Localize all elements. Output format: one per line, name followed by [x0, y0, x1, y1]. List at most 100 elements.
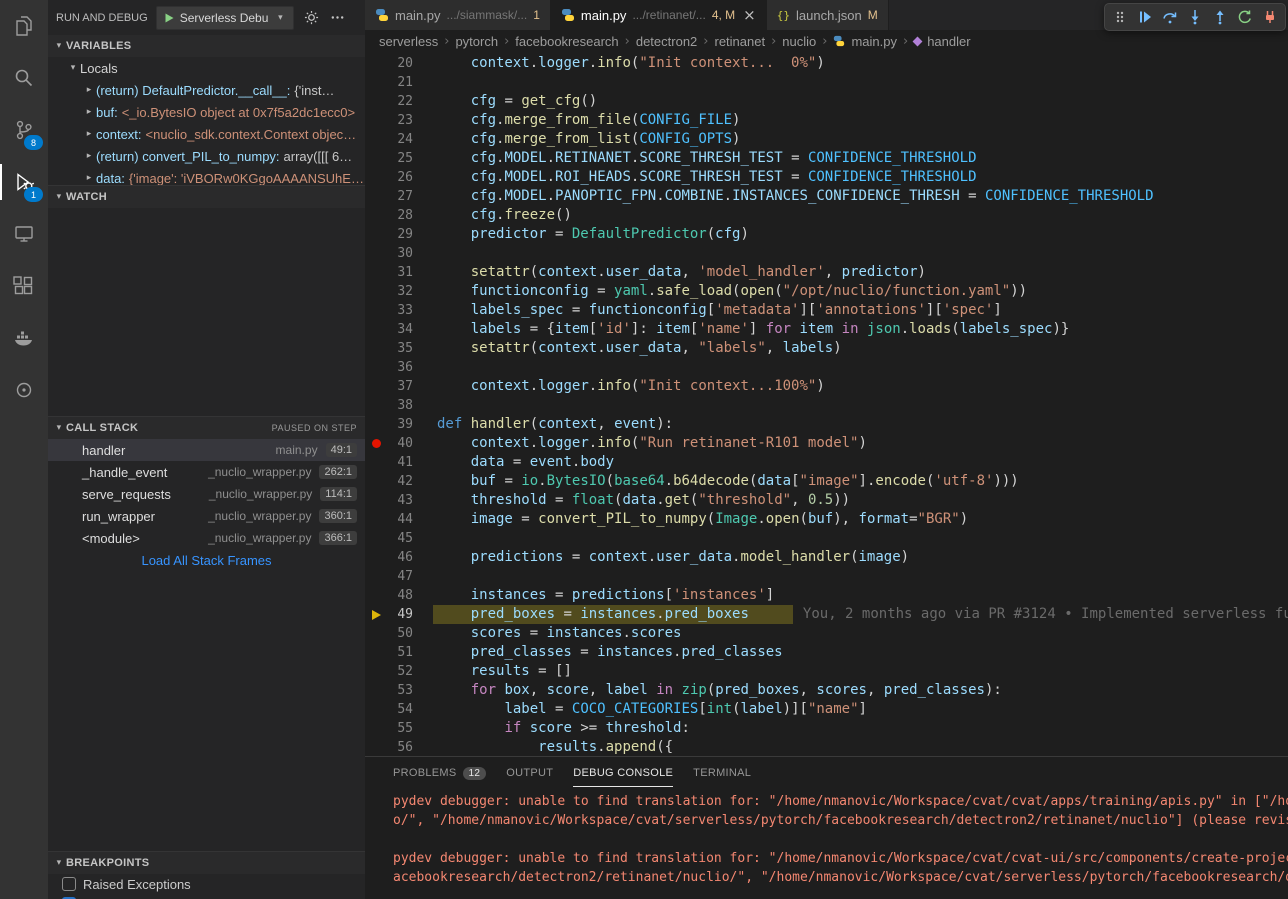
- code-line[interactable]: 47: [365, 567, 1288, 586]
- code-line[interactable]: 41 data = event.body: [365, 453, 1288, 472]
- breakpoint-gutter[interactable]: [365, 719, 387, 738]
- breakpoint-gutter[interactable]: [365, 624, 387, 643]
- stack-frame-row[interactable]: run_wrapper_nuclio_wrapper.py360:1: [48, 505, 365, 527]
- breakpoint-gutter[interactable]: [365, 282, 387, 301]
- breakpoint-icon[interactable]: [372, 439, 381, 448]
- breakpoint-row[interactable]: Raised Exceptions: [48, 874, 365, 894]
- activity-search-button[interactable]: [0, 52, 48, 104]
- code-line[interactable]: 33 labels_spec = functionconfig['metadat…: [365, 301, 1288, 320]
- code-line[interactable]: 28 cfg.freeze(): [365, 206, 1288, 225]
- variables-section-header[interactable]: ▾ VARIABLES: [48, 35, 365, 57]
- code-line[interactable]: 39def handler(context, event):: [365, 415, 1288, 434]
- stack-frame-row[interactable]: handlermain.py49:1: [48, 439, 365, 461]
- variable-row[interactable]: ▸(return) DefaultPredictor.__call__:{'in…: [48, 79, 365, 101]
- breakpoint-gutter[interactable]: [365, 225, 387, 244]
- code-line[interactable]: 48 instances = predictions['instances']: [365, 586, 1288, 605]
- code-line[interactable]: 40 context.logger.info("Run retinanet-R1…: [365, 434, 1288, 453]
- breakpoint-gutter[interactable]: [365, 434, 387, 453]
- code-line[interactable]: 50 scores = instances.scores: [365, 624, 1288, 643]
- code-line[interactable]: 20 context.logger.info("Init context... …: [365, 54, 1288, 73]
- disconnect-button[interactable]: [1258, 5, 1282, 29]
- code-line[interactable]: 45: [365, 529, 1288, 548]
- code-line[interactable]: 29 predictor = DefaultPredictor(cfg): [365, 225, 1288, 244]
- code-line[interactable]: 38: [365, 396, 1288, 415]
- variable-row[interactable]: ▸data:{'image': 'iVBORw0KGgoAAAANSUhE…: [48, 167, 365, 185]
- breakpoint-gutter[interactable]: [365, 529, 387, 548]
- breadcrumb-item[interactable]: handler: [927, 34, 970, 49]
- code-line[interactable]: 21: [365, 73, 1288, 92]
- breakpoint-gutter[interactable]: [365, 681, 387, 700]
- breakpoint-gutter[interactable]: [365, 738, 387, 756]
- stack-frame-row[interactable]: serve_requests_nuclio_wrapper.py114:1: [48, 483, 365, 505]
- call-stack-section-header[interactable]: ▾ CALL STACK PAUSED ON STEP: [48, 416, 365, 439]
- breakpoint-gutter[interactable]: [365, 301, 387, 320]
- more-actions-icon[interactable]: [328, 9, 346, 27]
- breakpoint-gutter[interactable]: [365, 73, 387, 92]
- breakpoint-gutter[interactable]: [365, 263, 387, 282]
- breakpoints-section-header[interactable]: ▾ BREAKPOINTS: [48, 851, 365, 874]
- code-line[interactable]: 25 cfg.MODEL.RETINANET.SCORE_THRESH_TEST…: [365, 149, 1288, 168]
- activity-docker-button[interactable]: [0, 312, 48, 364]
- drag-handle-icon[interactable]: [1108, 5, 1132, 29]
- debug-config-dropdown[interactable]: Serverless Debu ▾: [156, 6, 295, 30]
- watch-section-header[interactable]: ▾ WATCH: [48, 185, 365, 208]
- breakpoint-gutter[interactable]: [365, 510, 387, 529]
- code-line[interactable]: 43 threshold = float(data.get("threshold…: [365, 491, 1288, 510]
- breakpoint-gutter[interactable]: [365, 643, 387, 662]
- variable-row[interactable]: ▸buf:<_io.BytesIO object at 0x7f5a2dc1ec…: [48, 101, 365, 123]
- breakpoint-checkbox[interactable]: [62, 877, 76, 891]
- variable-row[interactable]: ▸(return) convert_PIL_to_numpy:array([[[…: [48, 145, 365, 167]
- breakpoint-gutter[interactable]: [365, 320, 387, 339]
- code-line[interactable]: 32 functionconfig = yaml.safe_load(open(…: [365, 282, 1288, 301]
- breakpoint-gutter[interactable]: [365, 244, 387, 263]
- breakpoint-gutter[interactable]: [365, 586, 387, 605]
- variable-row[interactable]: ▸context:<nuclio_sdk.context.Context obj…: [48, 123, 365, 145]
- breakpoint-gutter[interactable]: [365, 206, 387, 225]
- code-line[interactable]: 26 cfg.MODEL.ROI_HEADS.SCORE_THRESH_TEST…: [365, 168, 1288, 187]
- breakpoint-gutter[interactable]: [365, 453, 387, 472]
- breakpoint-gutter[interactable]: [365, 662, 387, 681]
- activity-run-and-debug-button[interactable]: 1: [0, 156, 48, 208]
- breakpoint-gutter[interactable]: [365, 54, 387, 73]
- locals-scope-row[interactable]: ▾ Locals: [48, 57, 365, 79]
- step-out-button[interactable]: [1208, 5, 1232, 29]
- breakpoint-gutter[interactable]: [365, 339, 387, 358]
- breadcrumb-item[interactable]: main.py: [851, 34, 897, 49]
- settings-gear-icon[interactable]: [302, 9, 320, 27]
- code-line[interactable]: 46 predictions = context.user_data.model…: [365, 548, 1288, 567]
- code-line[interactable]: 54 label = COCO_CATEGORIES[int(label)]["…: [365, 700, 1288, 719]
- breakpoint-gutter[interactable]: [365, 111, 387, 130]
- breakpoint-gutter[interactable]: [365, 130, 387, 149]
- load-all-stack-frames-link[interactable]: Load All Stack Frames: [48, 549, 365, 571]
- restart-button[interactable]: [1233, 5, 1257, 29]
- step-over-button[interactable]: [1158, 5, 1182, 29]
- breakpoint-gutter[interactable]: [365, 415, 387, 434]
- code-line[interactable]: 55 if score >= threshold:: [365, 719, 1288, 738]
- code-line[interactable]: 37 context.logger.info("Init context...1…: [365, 377, 1288, 396]
- breadcrumb-item[interactable]: serverless: [379, 34, 438, 49]
- breakpoint-gutter[interactable]: [365, 358, 387, 377]
- breakpoint-gutter[interactable]: [365, 168, 387, 187]
- breakpoint-gutter[interactable]: [365, 187, 387, 206]
- code-line[interactable]: 35 setattr(context.user_data, "labels", …: [365, 339, 1288, 358]
- close-tab-icon[interactable]: ×: [743, 6, 756, 24]
- code-line[interactable]: 56 results.append({: [365, 738, 1288, 756]
- code-line[interactable]: 22 cfg = get_cfg(): [365, 92, 1288, 111]
- breakpoint-gutter[interactable]: [365, 377, 387, 396]
- code-line[interactable]: 27 cfg.MODEL.PANOPTIC_FPN.COMBINE.INSTAN…: [365, 187, 1288, 206]
- breakpoint-gutter[interactable]: [365, 567, 387, 586]
- breakpoint-gutter[interactable]: [365, 472, 387, 491]
- code-line[interactable]: 51 pred_classes = instances.pred_classes: [365, 643, 1288, 662]
- tab-launch-json[interactable]: {} launch.json M: [767, 0, 889, 30]
- activity-explorer-button[interactable]: [0, 0, 48, 52]
- debug-console-output[interactable]: pydev debugger: unable to find translati…: [365, 787, 1288, 899]
- activity-extensions-button[interactable]: [0, 260, 48, 312]
- breadcrumb-item[interactable]: detectron2: [636, 34, 697, 49]
- tab-terminal[interactable]: TERMINAL: [693, 757, 751, 787]
- tab-output[interactable]: OUTPUT: [506, 757, 553, 787]
- breakpoint-gutter[interactable]: [365, 92, 387, 111]
- code-line[interactable]: 23 cfg.merge_from_file(CONFIG_FILE): [365, 111, 1288, 130]
- tab-problems[interactable]: PROBLEMS 12: [393, 757, 486, 787]
- step-into-button[interactable]: [1183, 5, 1207, 29]
- code-line[interactable]: 36: [365, 358, 1288, 377]
